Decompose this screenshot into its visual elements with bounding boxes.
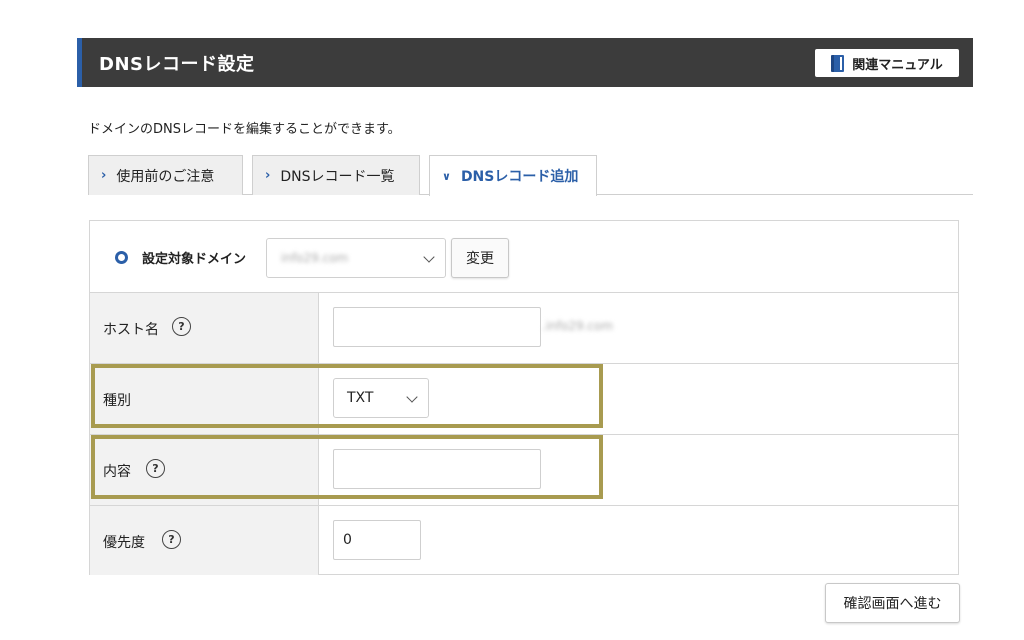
book-icon [831,54,845,72]
change-domain-button[interactable]: 変更 [451,238,509,278]
type-select[interactable]: TXT [333,378,429,418]
content-row: 内容 ? [90,435,958,506]
page-title: DNSレコード設定 [99,54,255,75]
tab-label: 使用前のご注意 [116,168,215,185]
proceed-to-confirm-button[interactable]: 確認画面へ進む [825,583,960,623]
chevron-down-icon [423,251,435,263]
host-label-cell: ホスト名 ? [90,293,319,363]
type-select-value: TXT [347,390,374,406]
domain-select-value: info29.com [281,251,349,265]
domain-label: 設定対象ドメイン [142,252,247,267]
page-description: ドメインのDNSレコードを編集することができます。 [88,122,401,137]
tab-precautions[interactable]: › 使用前のご注意 [88,155,243,195]
page-header: DNSレコード設定 関連マニュアル [77,38,973,87]
host-input[interactable] [333,307,541,347]
related-manual-label: 関連マニュアル [852,57,943,73]
priority-label: 優先度 [103,535,145,551]
help-icon[interactable]: ? [172,317,191,336]
type-label: 種別 [103,393,131,409]
help-icon[interactable]: ? [162,530,181,549]
chevron-down-icon [406,391,418,403]
priority-input-value: 0 [343,532,352,548]
domain-row: 設定対象ドメイン info29.com 変更 [90,221,958,293]
priority-input[interactable]: 0 [333,520,421,560]
chevron-right-icon: › [265,168,271,183]
content-label-cell: 内容 ? [90,435,319,505]
priority-row: 優先度 ? 0 [90,506,958,575]
help-icon[interactable]: ? [146,459,165,478]
radio-selected-icon [115,251,128,264]
type-label-cell: 種別 [90,364,319,434]
priority-label-cell: 優先度 ? [90,506,319,575]
content-input[interactable] [333,449,541,489]
tab-bar: › 使用前のご注意 › DNSレコード一覧 ∨ DNSレコード追加 [88,155,973,196]
tab-dns-record-add[interactable]: ∨ DNSレコード追加 [429,155,597,196]
host-domain-suffix: .info29.com [542,319,614,333]
chevron-down-icon: ∨ [442,169,451,183]
record-form-panel: 設定対象ドメイン info29.com 変更 ホスト名 ? .info29.co… [89,220,959,575]
content-label: 内容 [103,464,131,480]
type-row: 種別 TXT [90,364,958,435]
tab-dns-record-list[interactable]: › DNSレコード一覧 [252,155,420,195]
related-manual-button[interactable]: 関連マニュアル [815,49,959,77]
host-row: ホスト名 ? .info29.com [90,293,958,364]
tab-label: DNSレコード一覧 [280,168,395,185]
host-label: ホスト名 [103,322,159,338]
domain-select[interactable]: info29.com [266,238,446,278]
chevron-right-icon: › [101,168,107,183]
tab-label: DNSレコード追加 [460,169,579,185]
